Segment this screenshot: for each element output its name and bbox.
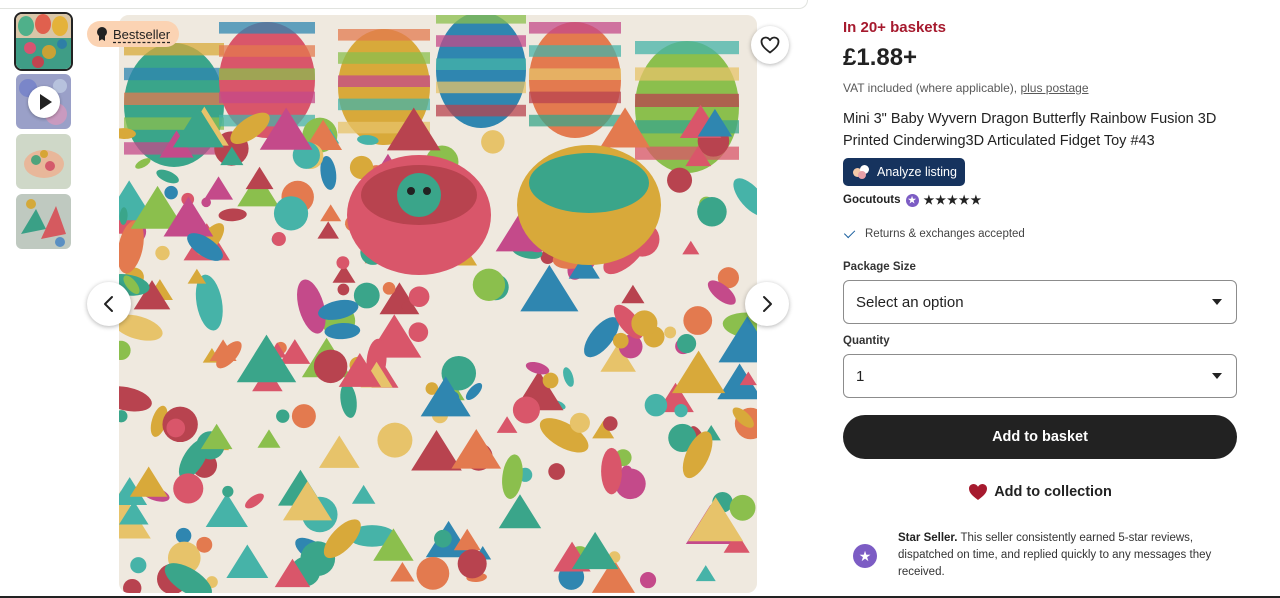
dragons-thumbnail-image: [16, 194, 71, 249]
play-icon: [28, 86, 60, 118]
checkmark-icon: [843, 226, 856, 239]
returns-text: Returns & exchanges accepted: [865, 228, 1025, 240]
baskets-count: In 20+ baskets: [843, 19, 946, 36]
seller-row: Gocutouts ★ ★★★★★: [843, 193, 982, 207]
analyze-listing-button[interactable]: Analyze listing: [843, 158, 965, 186]
thumbnail-4[interactable]: [16, 194, 71, 249]
star-seller-text: Star Seller. This seller consistently ea…: [898, 530, 1237, 581]
package-size-value: Select an option: [856, 293, 964, 311]
vat-text: VAT included (where applicable),: [843, 81, 1018, 95]
chevron-left-icon: [104, 296, 113, 312]
add-to-collection-button[interactable]: Add to collection: [843, 480, 1237, 504]
medal-icon: [95, 27, 109, 41]
package-size-label: Package Size: [843, 261, 916, 273]
quantity-select[interactable]: 1: [843, 354, 1237, 398]
vat-note: VAT included (where applicable), plus po…: [843, 81, 1089, 95]
thumbnail-1[interactable]: [14, 12, 73, 71]
postage-link[interactable]: plus postage: [1020, 81, 1088, 95]
thumbnail-2-video[interactable]: [16, 74, 71, 129]
package-size-select[interactable]: Select an option: [843, 280, 1237, 324]
star-seller-badge-icon: ★: [853, 544, 877, 568]
chevron-right-icon: [763, 296, 772, 312]
bestseller-badge: Bestseller: [87, 21, 180, 47]
quantity-value: 1: [856, 367, 865, 385]
caret-down-icon: [1212, 373, 1222, 379]
heart-filled-icon: [969, 484, 988, 500]
analyze-icon: [851, 164, 871, 180]
favorite-button[interactable]: [751, 26, 789, 64]
hand-thumbnail-image: [16, 134, 71, 189]
seller-name[interactable]: Gocutouts: [843, 194, 901, 206]
price: £1.88+: [843, 44, 918, 71]
analyze-label: Analyze listing: [877, 165, 957, 179]
previous-image-button[interactable]: [87, 282, 131, 326]
heart-outline-icon: [760, 36, 780, 54]
returns-info: Returns & exchanges accepted: [843, 226, 1025, 240]
rating-stars: ★★★★★: [923, 193, 983, 207]
star-seller-title: Star Seller.: [898, 532, 958, 544]
next-image-button[interactable]: [745, 282, 789, 326]
main-product-image[interactable]: [119, 15, 757, 593]
add-to-basket-button[interactable]: Add to basket: [843, 415, 1237, 459]
add-to-collection-label: Add to collection: [994, 484, 1112, 500]
thumbnail-3[interactable]: [16, 134, 71, 189]
caret-down-icon: [1212, 299, 1222, 305]
listing-title: Mini 3" Baby Wyvern Dragon Butterfly Rai…: [843, 111, 1217, 149]
quantity-label: Quantity: [843, 335, 890, 347]
dragon-pile-image: [119, 15, 757, 593]
eggs-thumbnail-image: [16, 14, 71, 69]
star-seller-icon: ★: [905, 193, 919, 207]
thumbnail-strip: [14, 12, 73, 254]
top-divider: [0, 0, 808, 9]
bestseller-label: Bestseller: [113, 26, 171, 42]
